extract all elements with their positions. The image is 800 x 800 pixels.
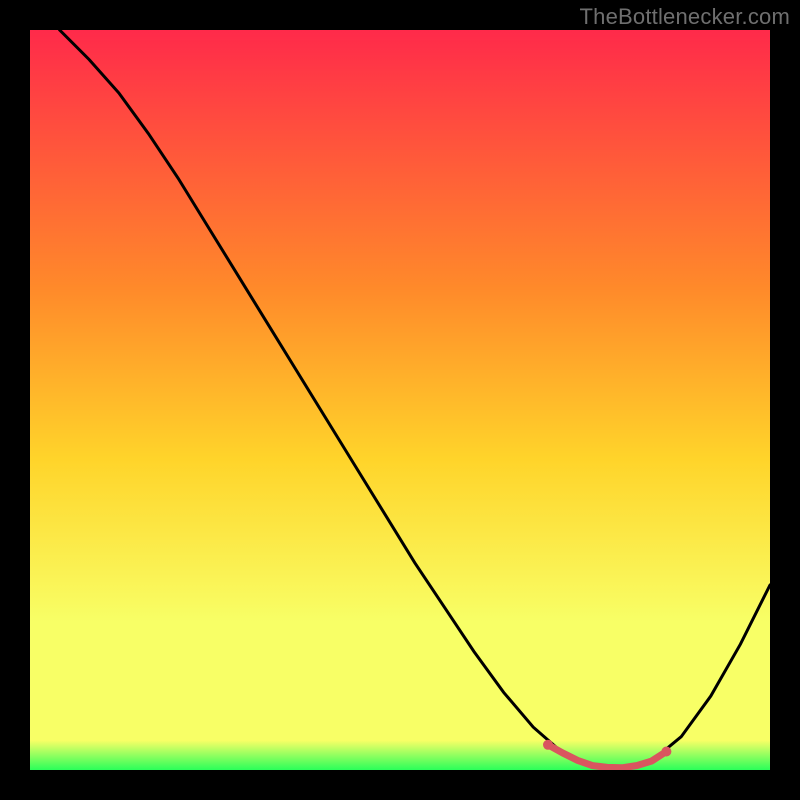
optimal-range-end-dot (661, 747, 671, 757)
bottleneck-chart (30, 30, 770, 770)
attribution-text: TheBottlenecker.com (580, 4, 790, 30)
gradient-background (30, 30, 770, 770)
chart-container: TheBottlenecker.com (0, 0, 800, 800)
optimal-range-start-dot (543, 740, 553, 750)
